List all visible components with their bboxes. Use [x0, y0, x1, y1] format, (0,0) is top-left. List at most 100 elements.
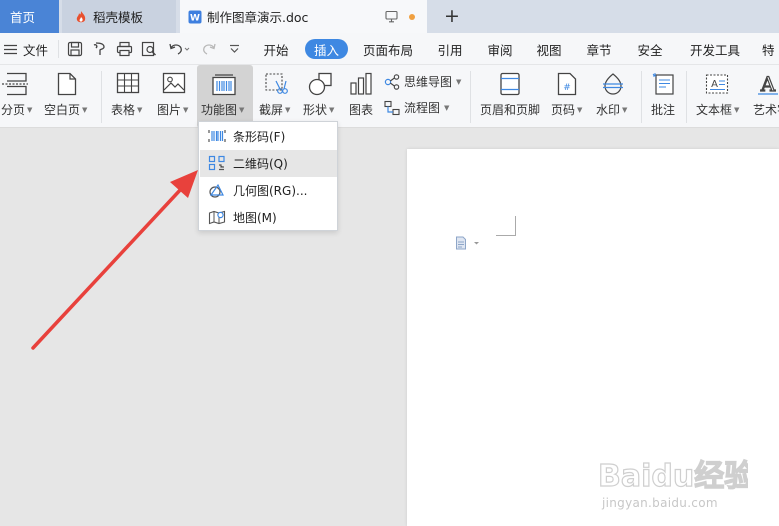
- table-button[interactable]: 表格 ▼: [108, 65, 150, 128]
- function-chart-button[interactable]: 功能图 ▼: [197, 65, 253, 128]
- format-painter-icon[interactable]: [92, 41, 108, 57]
- barcode-printer-icon: [211, 72, 237, 96]
- menu-divider: [58, 40, 59, 58]
- tab-home[interactable]: 首页: [0, 0, 59, 33]
- new-tab-button[interactable]: +: [441, 5, 463, 27]
- word-art-button[interactable]: A 艺术字: [752, 65, 779, 128]
- tab-references-label: 引用: [437, 42, 463, 58]
- caret-down-icon: ▼: [183, 106, 189, 114]
- menu-item-geometry-label: 几何图(RG)...: [233, 184, 308, 198]
- ribbon-divider: [101, 71, 102, 123]
- chart-icon: [349, 72, 373, 96]
- tab-chapters[interactable]: 章节: [582, 39, 616, 59]
- picture-button[interactable]: 图片 ▼: [153, 65, 195, 128]
- text-box-button[interactable]: A 文本框 ▼: [694, 65, 746, 128]
- screenshot-button[interactable]: 截屏 ▼: [256, 65, 296, 128]
- function-chart-label: 功能图 ▼: [201, 103, 245, 117]
- watermark-button[interactable]: 水印 ▼: [592, 65, 636, 128]
- tab-templates[interactable]: 稻壳模板: [62, 0, 176, 33]
- tab-developer[interactable]: 开发工具: [687, 39, 743, 59]
- mind-map-button[interactable]: 思维导图 ▼: [384, 73, 461, 90]
- screenshot-icon: [264, 72, 288, 96]
- svg-text:W: W: [190, 13, 200, 23]
- caret-down-icon: ▼: [82, 106, 88, 114]
- menu-item-barcode[interactable]: 条形码(F): [200, 123, 337, 150]
- svg-text:A: A: [711, 79, 718, 90]
- shapes-label: 形状 ▼: [303, 103, 335, 117]
- ribbon-divider: [641, 71, 642, 123]
- tab-security[interactable]: 安全: [633, 39, 667, 59]
- watermark-url: jingyan.baidu.com: [602, 496, 718, 510]
- function-chart-dropdown: 条形码(F) 二维码(Q) 几何图(RG)... 地图(M): [198, 121, 338, 231]
- caret-down-icon: ▼: [137, 106, 143, 114]
- page-number-icon: #: [556, 72, 578, 96]
- comment-label: 批注: [651, 103, 676, 117]
- caret-down-icon: ▼: [329, 106, 335, 114]
- tab-insert-label: 插入: [313, 42, 339, 58]
- tab-review[interactable]: 审阅: [483, 39, 517, 59]
- tab-start[interactable]: 开始: [259, 39, 293, 59]
- window-tab-bar: 首页 稻壳模板 W 制作图章演示.doc +: [0, 0, 779, 33]
- page-break-label: 分页 ▼: [1, 103, 33, 117]
- print-icon[interactable]: [116, 41, 133, 57]
- save-icon[interactable]: [67, 41, 83, 57]
- blank-page-button[interactable]: 空白页 ▼: [42, 65, 94, 128]
- picture-label: 图片 ▼: [157, 103, 189, 117]
- word-art-icon: A: [756, 72, 779, 96]
- menu-item-qr-code[interactable]: 二维码(Q): [200, 150, 337, 177]
- tab-view-label: 视图: [536, 42, 562, 58]
- watermark-label: 水印 ▼: [596, 103, 628, 117]
- table-label: 表格 ▼: [111, 103, 143, 117]
- tab-document-label: 制作图章演示.doc: [207, 10, 309, 25]
- tab-templates-label: 稻壳模板: [93, 10, 144, 25]
- blank-page-icon: [56, 72, 78, 96]
- tab-insert[interactable]: 插入: [305, 39, 348, 59]
- tab-security-label: 安全: [637, 42, 663, 58]
- caret-down-icon: ▼: [734, 106, 740, 114]
- tab-view[interactable]: 视图: [532, 39, 566, 59]
- blank-page-label: 空白页 ▼: [44, 103, 88, 117]
- tab-start-label: 开始: [263, 42, 289, 58]
- word-doc-icon: W: [188, 10, 202, 24]
- file-menu-button[interactable]: 文件: [4, 33, 48, 65]
- page-number-button[interactable]: # 页码 ▼: [548, 65, 588, 128]
- menu-item-map[interactable]: 地图(M): [200, 204, 337, 231]
- flowchart-button[interactable]: 流程图 ▼: [384, 99, 449, 116]
- tab-special[interactable]: 特: [762, 39, 779, 59]
- qr-code-icon: [208, 155, 226, 171]
- flame-icon: [74, 10, 88, 24]
- monitor-icon[interactable]: [385, 10, 398, 23]
- shapes-button[interactable]: 形状 ▼: [299, 65, 341, 128]
- menu-item-qr-code-label: 二维码(Q): [233, 157, 288, 171]
- redo-icon[interactable]: [201, 41, 217, 57]
- mind-map-label: 思维导图: [404, 75, 453, 89]
- svg-text:#: #: [563, 83, 571, 93]
- comment-button[interactable]: 批注: [648, 65, 680, 128]
- page-break-button[interactable]: 分页 ▼: [0, 65, 36, 128]
- caret-down-icon: ▼: [622, 106, 628, 114]
- chart-button[interactable]: 图表: [345, 65, 379, 128]
- tab-review-label: 审阅: [487, 42, 513, 58]
- text-box-icon: A: [705, 72, 729, 96]
- text-box-label: 文本框 ▼: [696, 103, 740, 117]
- header-footer-button[interactable]: 页眉和页脚: [477, 65, 543, 128]
- tab-special-label: 特: [762, 42, 775, 58]
- paragraph-layout-icon[interactable]: [455, 236, 481, 250]
- flowchart-label: 流程图: [404, 101, 441, 115]
- header-footer-label: 页眉和页脚: [480, 103, 541, 117]
- undo-icon[interactable]: [168, 41, 190, 57]
- insert-ribbon: 分页 ▼ 空白页 ▼ 表格 ▼ 图片 ▼ 功能图 ▼ 截屏 ▼ 形状 ▼ 图表 …: [0, 65, 779, 128]
- svg-text:A: A: [760, 72, 776, 96]
- menu-item-geometry[interactable]: 几何图(RG)...: [200, 177, 337, 204]
- print-preview-icon[interactable]: [141, 41, 158, 57]
- file-menu-label: 文件: [23, 42, 49, 58]
- tab-page-layout[interactable]: 页面布局: [360, 39, 416, 59]
- flowchart-icon: [384, 100, 400, 116]
- barcode-icon: [208, 128, 226, 144]
- word-art-label: 艺术字: [753, 103, 779, 117]
- svg-text:Baidu经验: Baidu经验: [598, 459, 748, 494]
- tab-references[interactable]: 引用: [433, 39, 467, 59]
- customize-toolbar-icon[interactable]: [229, 44, 240, 54]
- menu-bar: 文件 开始 插入 页面布局 引用 审阅 视图 章节 安全 开发工具 特: [0, 33, 779, 65]
- tab-home-label: 首页: [10, 10, 36, 25]
